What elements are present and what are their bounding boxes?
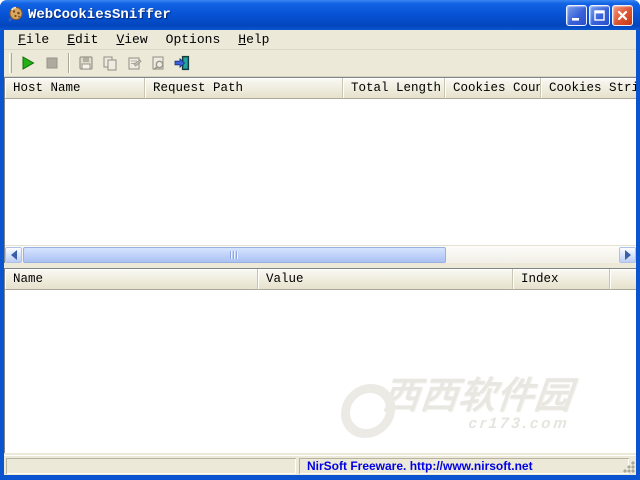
scrollbar-grip-icon (230, 251, 239, 259)
close-button[interactable] (612, 5, 633, 26)
cookie-detail-table-body[interactable]: 西西软件园 cr173.com (5, 290, 636, 453)
minimize-icon (572, 18, 579, 21)
menu-options[interactable]: Options (157, 31, 230, 49)
resize-grip[interactable] (622, 460, 635, 473)
cookies-table-header: Host Name Request Path Total Length Cook… (5, 78, 636, 99)
watermark-logo-icon (338, 384, 398, 438)
toolbar (4, 50, 636, 77)
maximize-icon (594, 10, 605, 21)
app-cookie-sniffer-icon (8, 6, 23, 22)
title-bar[interactable]: WebCookiesSniffer (0, 0, 640, 30)
save-button[interactable] (74, 52, 98, 74)
stop-capture-button[interactable] (40, 52, 64, 74)
watermark-sub-text: cr173.com (467, 414, 571, 432)
maximize-button[interactable] (589, 5, 610, 26)
site-watermark: 西西软件园 cr173.com (337, 375, 575, 448)
scroll-left-button[interactable] (5, 247, 22, 263)
menu-file[interactable]: File (9, 31, 58, 49)
column-header-request-path[interactable]: Request Path (145, 78, 343, 99)
stop-icon (46, 57, 58, 69)
floppy-disk-icon (79, 56, 93, 70)
column-header-name[interactable]: Name (5, 269, 258, 290)
client-area: File Edit View Options Help Host Name Re… (4, 30, 636, 475)
exit-button[interactable] (170, 52, 194, 74)
exit-door-icon (174, 55, 190, 71)
status-pane-left (6, 458, 296, 474)
start-capture-button[interactable] (16, 52, 40, 74)
scroll-right-button[interactable] (619, 247, 636, 263)
column-header-cookies-string[interactable]: Cookies String (541, 78, 636, 99)
cookies-table: Host Name Request Path Total Length Cook… (4, 77, 636, 263)
menu-bar: File Edit View Options Help (4, 30, 636, 50)
copy-icon (103, 56, 117, 71)
menu-edit[interactable]: Edit (58, 31, 107, 49)
horizontal-scrollbar[interactable] (5, 245, 636, 263)
scroll-left-arrow-icon (10, 250, 17, 260)
scroll-right-arrow-icon (624, 250, 631, 260)
properties-button[interactable] (122, 52, 146, 74)
column-header-cookies-count[interactable]: Cookies Count (445, 78, 541, 99)
copy-button[interactable] (98, 52, 122, 74)
app-window: WebCookiesSniffer File Edit View Options… (0, 0, 640, 480)
watermark-main-text: 西西软件园 (380, 375, 575, 416)
close-icon (617, 10, 628, 21)
scrollbar-thumb[interactable] (23, 247, 446, 263)
column-header-value[interactable]: Value (258, 269, 513, 290)
column-header-host-name[interactable]: Host Name (5, 78, 145, 99)
toolbar-separator (68, 53, 70, 73)
report-magnifier-icon (152, 56, 164, 71)
minimize-button[interactable] (566, 5, 587, 26)
properties-icon (128, 57, 142, 70)
window-title: WebCookiesSniffer (28, 7, 171, 23)
menu-view[interactable]: View (107, 31, 156, 49)
cookies-table-body[interactable] (5, 99, 636, 245)
column-header-blank (610, 269, 636, 290)
status-pane-right: NirSoft Freeware. http://www.nirsoft.net (299, 458, 629, 474)
cookie-detail-table: Name Value Index 西西软件园 cr173.com (4, 268, 636, 453)
menu-help[interactable]: Help (229, 31, 278, 49)
toolbar-grip (9, 53, 12, 73)
status-bar: NirSoft Freeware. http://www.nirsoft.net (4, 455, 636, 475)
play-icon (22, 56, 35, 70)
cookie-detail-table-header: Name Value Index (5, 269, 636, 290)
column-header-index[interactable]: Index (513, 269, 610, 290)
html-report-button[interactable] (146, 52, 170, 74)
nirsoft-freeware-link[interactable]: NirSoft Freeware. http://www.nirsoft.net (307, 459, 533, 473)
column-header-total-length[interactable]: Total Length (343, 78, 445, 99)
